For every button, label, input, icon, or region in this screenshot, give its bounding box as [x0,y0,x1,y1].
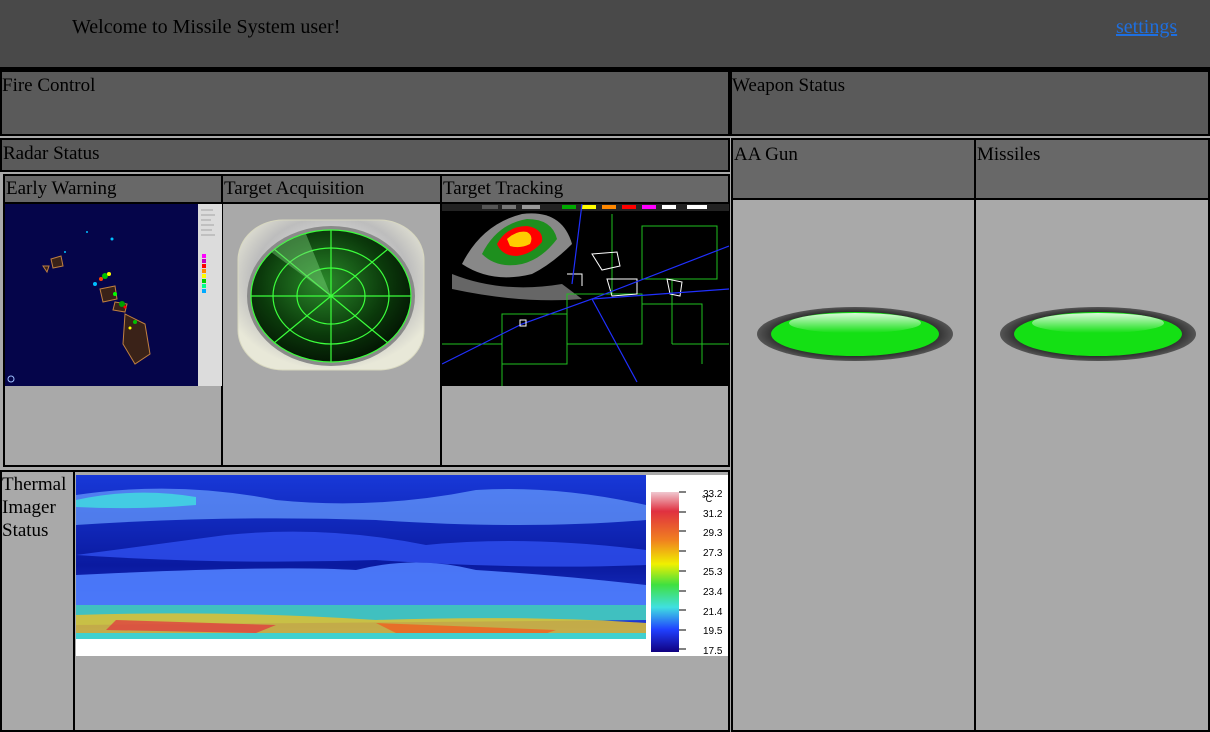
top-header: Welcome to Missile System user! settings [0,0,1210,67]
thermal-scene [76,475,686,656]
missiles-header: Missiles [974,138,1210,200]
fire-control-panel: Fire Control [0,70,730,136]
missiles-column [974,138,1210,732]
radar-status-header: Radar Status [0,138,730,172]
thermal-imager-title: Thermal Imager Status [2,474,67,541]
thermal-imager-image: 33.2 31.2 29.3 27.3 25.3 23.4 21.4 19.5 … [76,475,728,656]
target-acquisition-title: Target Acquisition [224,178,365,199]
target-tracking-title: Target Tracking [443,178,564,199]
early-warning-map [5,204,222,386]
early-warning-title: Early Warning [6,178,117,199]
target-tracking-map [442,204,729,386]
aa-gun-status-light [756,306,954,362]
weapon-status-title: Weapon Status [732,75,845,96]
aa-gun-title: AA Gun [734,144,798,165]
welcome-message: Welcome to Missile System user! [72,16,341,38]
missiles-status-light [999,306,1197,362]
missiles-title: Missiles [977,144,1041,165]
radar-status-title: Radar Status [3,143,100,164]
settings-link[interactable]: settings [1116,16,1177,39]
missiles-led-icon [1000,307,1196,361]
target-acquisition-scope [236,214,426,376]
early-warning-radar-image [5,204,222,386]
radar-scope-icon [237,219,425,371]
early-warning-header: Early Warning [3,174,223,204]
aa-gun-led-icon [757,307,953,361]
target-acquisition-header: Target Acquisition [221,174,442,204]
weapon-status-panel: Weapon Status [730,70,1210,136]
target-tracking-map-image [442,204,729,386]
thermal-scale-labels: 33.2 31.2 29.3 27.3 25.3 23.4 21.4 19.5 … [703,489,723,656]
aa-gun-column [731,138,976,732]
target-tracking-header: Target Tracking [440,174,730,204]
thermal-scale-unit: °C [702,494,713,504]
aa-gun-header: AA Gun [731,138,976,200]
fire-control-title: Fire Control [2,75,96,96]
thermal-divider [73,470,75,732]
